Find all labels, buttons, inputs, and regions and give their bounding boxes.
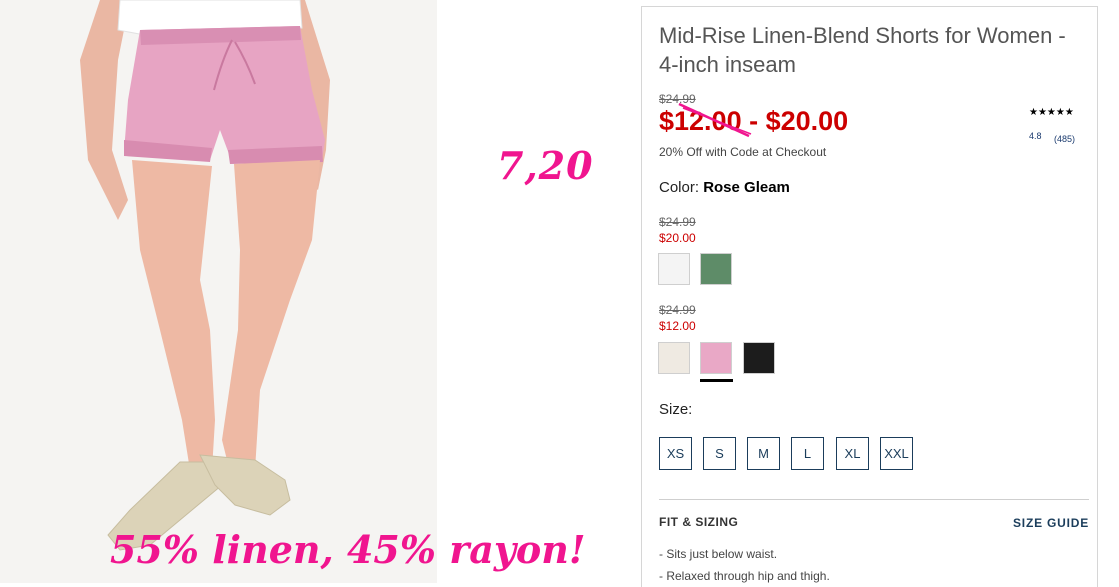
rating[interactable]: ★★★★★ 4.8 (485) (1029, 107, 1091, 144)
promo-text: 20% Off with Code at Checkout (659, 145, 827, 159)
group2-regular-price: $24.99 (659, 303, 696, 317)
selected-swatch-indicator (700, 379, 733, 382)
swatch-green[interactable] (700, 253, 732, 285)
size-l-button[interactable]: L (791, 437, 824, 470)
size-s-button[interactable]: S (703, 437, 736, 470)
divider (659, 499, 1089, 500)
fit-bullet: - Sits just below waist. (659, 547, 778, 561)
size-label: Size: (659, 401, 693, 418)
size-guide-link[interactable]: SIZE GUIDE (1013, 516, 1089, 530)
model-illustration (0, 0, 437, 583)
group2-sale-price: $12.00 (659, 319, 696, 333)
color-label-text: Color: (659, 179, 700, 196)
strike-annotation-mark (678, 102, 752, 138)
swatch-cream[interactable] (658, 342, 690, 374)
product-photo (0, 0, 437, 583)
rating-value: 4.8 (1029, 131, 1042, 141)
review-count-link[interactable]: (485) (1054, 134, 1075, 144)
selected-color-name: Rose Gleam (703, 179, 790, 196)
product-info-panel: Mid-Rise Linen-Blend Shorts for Women - … (641, 6, 1098, 587)
fabric-annotation: 55% linen, 45% rayon! (110, 527, 586, 572)
swatch-white[interactable] (658, 253, 690, 285)
size-xs-button[interactable]: XS (659, 437, 692, 470)
product-title-line1: Mid-Rise Linen-Blend Shorts for Women - (659, 23, 1066, 48)
product-title-line2: 4-inch inseam (659, 52, 796, 77)
price-annotation: 7,20 (497, 143, 594, 188)
rating-stars-icon: ★★★★★ (1029, 107, 1074, 118)
fit-bullet: - Relaxed through hip and thigh. (659, 569, 830, 583)
fit-sizing-heading: FIT & SIZING (659, 515, 739, 529)
size-xl-button[interactable]: XL (836, 437, 869, 470)
product-title: Mid-Rise Linen-Blend Shorts for Women - … (659, 21, 1099, 79)
group1-regular-price: $24.99 (659, 215, 696, 229)
size-xxl-button[interactable]: XXL (880, 437, 913, 470)
swatch-rose-gleam[interactable] (700, 342, 732, 374)
swatch-black[interactable] (743, 342, 775, 374)
group1-sale-price: $20.00 (659, 231, 696, 245)
color-label: Color: Rose Gleam (659, 179, 790, 196)
size-m-button[interactable]: M (747, 437, 780, 470)
